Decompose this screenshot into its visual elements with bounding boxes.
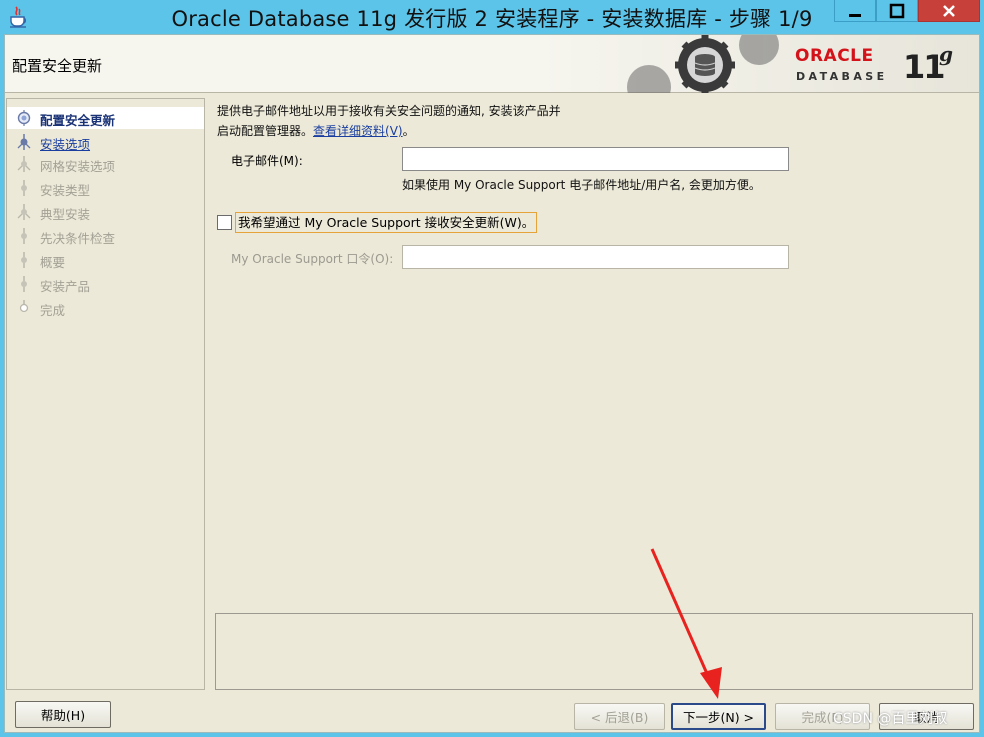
step-label: 安装类型 [40,183,91,198]
step-prerequisite-checks: 先决条件检查 [7,225,204,247]
step-label: 典型安装 [40,207,91,222]
step-install-type: 安装类型 [7,177,204,199]
installer-window: Oracle Database 11g 发行版 2 安装程序 - 安装数据库 -… [0,0,984,737]
step-node-icon [17,156,31,172]
security-updates-checkbox-label[interactable]: 我希望通过 My Oracle Support 接收安全更新(W)。 [235,212,538,233]
maximize-button[interactable] [876,0,918,22]
help-button[interactable]: 帮助(H) [15,701,111,728]
intro-text: 提供电子邮件地址以用于接收有关安全问题的通知, 安装该产品并 启动配置管理器。查… [217,101,561,141]
version-number: 11 [903,48,946,86]
page-title: 配置安全更新 [12,57,103,75]
step-label: 安装产品 [40,279,91,294]
password-field[interactable] [402,245,789,269]
step-node-icon [21,276,27,292]
close-button[interactable] [918,0,980,22]
gears-banner-icon [627,35,779,93]
step-node-icon [21,228,27,244]
oracle-wordmark: ORACLE [795,46,874,66]
step-summary: 概要 [7,249,204,271]
step-configure-security-updates[interactable]: 配置安全更新 [7,107,204,129]
oracle-logo: ORACLE DATABASE 11 g [795,42,975,88]
step-node-icon [17,134,31,150]
step-label: 网格安装选项 [40,159,116,174]
watermark: CSDN @百里刘叔 [833,711,948,727]
step-grid-install-options: 网格安装选项 [7,153,204,175]
message-pane [215,613,973,690]
security-updates-checkbox[interactable] [217,215,232,230]
version-suffix: g [939,42,953,66]
minimize-icon [849,13,861,17]
step-node-icon [19,300,29,313]
intro-line-2-suffix: 。 [402,124,415,138]
steps-navigation: 配置安全更新 安装选项 网格安装选项 安装类型 典型安装 先决条件检查 概要 安… [6,98,205,690]
step-node-icon [17,204,31,220]
page-header: 配置安全更新 ORACLE DATABASE 11 g [5,35,979,93]
email-label: 电子邮件(M): [231,154,303,168]
step-install-options[interactable]: 安装选项 [7,131,204,153]
view-details-link[interactable]: 查看详细资料(V) [313,124,403,138]
close-icon [943,4,955,17]
step-label: 概要 [40,255,66,270]
step-finish: 完成 [7,297,204,319]
step-label: 配置安全更新 [40,113,116,128]
step-typical-install: 典型安装 [7,201,204,223]
main-content: 提供电子邮件地址以用于接收有关安全问题的通知, 安装该产品并 启动配置管理器。查… [215,98,975,618]
step-install-product: 安装产品 [7,273,204,295]
maximize-icon [889,3,905,18]
step-node-icon [21,252,27,268]
intro-line-1: 提供电子邮件地址以用于接收有关安全问题的通知, 安装该产品并 [217,104,561,118]
back-button[interactable]: < 后退(B) [574,703,665,730]
intro-line-2-prefix: 启动配置管理器。 [217,124,314,138]
step-label: 先决条件检查 [40,231,116,246]
step-label[interactable]: 安装选项 [40,134,90,153]
title-bar[interactable]: Oracle Database 11g 发行版 2 安装程序 - 安装数据库 -… [0,0,984,34]
step-label: 完成 [40,303,66,318]
minimize-button[interactable] [834,0,876,22]
email-field[interactable] [402,147,789,171]
step-node-icon [21,180,27,196]
next-button[interactable]: 下一步(N) > [671,703,766,730]
database-wordmark: DATABASE [796,70,888,83]
email-hint: 如果使用 My Oracle Support 电子邮件地址/用户名, 会更加方便… [402,178,761,192]
password-label: My Oracle Support 口令(O): [231,252,394,266]
intro-line-2: 启动配置管理器。查看详细资料(V)。 [217,121,561,141]
installer-client-area: 配置安全更新 ORACLE DATABASE 11 g 配置安全更新 安装选项 … [4,34,980,733]
current-step-icon [17,110,31,126]
